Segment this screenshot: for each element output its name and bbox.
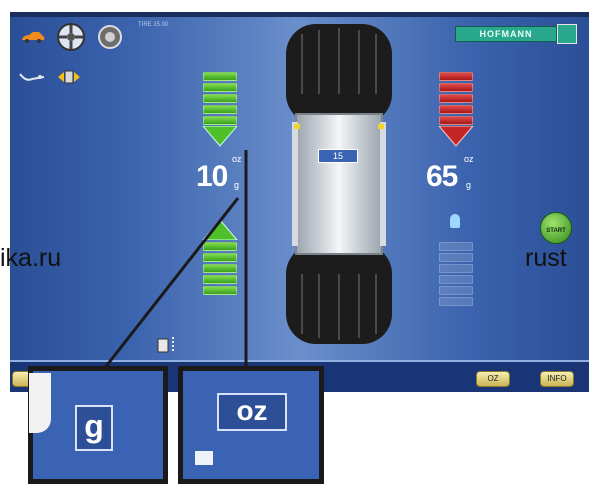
zoom-callout-g: g [28,366,168,484]
zoom-background-ring [29,373,51,433]
zoom-callout-oz: oz [178,366,324,484]
watermark-left: ika.ru [0,244,62,272]
zoom-label-oz-text: oz [236,395,268,426]
zoom-indicator-block [195,451,213,465]
zoom-label-oz: oz [217,393,287,431]
zoom-label-g-text: g [84,408,104,444]
zoom-label-g: g [75,405,113,451]
watermark-right: rust [525,244,567,272]
